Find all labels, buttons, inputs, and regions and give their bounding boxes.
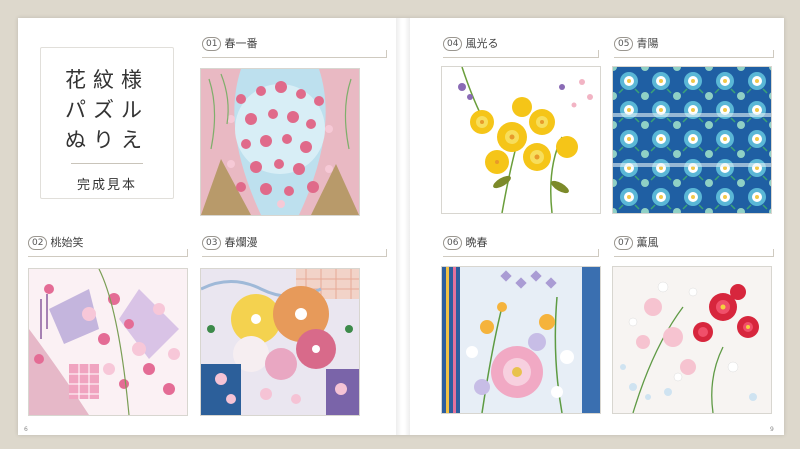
page-gutter <box>396 18 410 435</box>
sample-name: 青陽 <box>636 37 659 50</box>
artwork-02 <box>28 268 188 416</box>
sample-label-06: 06 晩春 <box>443 234 599 257</box>
sample-label-01: 01 春一番 <box>202 35 387 58</box>
sample-number: 04 <box>443 37 463 51</box>
sample-number: 01 <box>202 37 222 51</box>
sample-name: 風光る <box>465 37 499 50</box>
page-subtitle: 完成見本 <box>76 178 137 193</box>
page-number-right: 9 <box>770 426 774 433</box>
sample-number: 02 <box>28 236 48 250</box>
sample-label-07: 07 薫風 <box>614 234 774 257</box>
sample-name: 薫風 <box>636 236 659 249</box>
sample-name: 春爛漫 <box>224 236 258 249</box>
artwork-03 <box>200 268 360 416</box>
sample-number: 07 <box>614 236 634 250</box>
sample-label-05: 05 青陽 <box>614 35 774 58</box>
sample-number: 06 <box>443 236 463 250</box>
sample-label-02: 02 桃始笑 <box>28 234 188 257</box>
title-divider <box>71 163 143 164</box>
title-line-3: ぬりえ <box>65 128 149 152</box>
artwork-01 <box>200 68 360 216</box>
artwork-06 <box>441 266 601 414</box>
title-line-1: 花紋様 <box>65 68 149 92</box>
sample-name: 桃始笑 <box>50 236 84 249</box>
artwork-07 <box>612 266 772 414</box>
sample-number: 05 <box>614 37 634 51</box>
artwork-05 <box>612 66 772 214</box>
sample-name: 晩春 <box>465 236 488 249</box>
sample-number: 03 <box>202 236 222 250</box>
sample-label-03: 03 春爛漫 <box>202 234 387 257</box>
sample-label-04: 04 風光る <box>443 35 599 58</box>
page-number-left: 6 <box>24 426 28 433</box>
title-line-2: パズル <box>65 98 149 122</box>
title-card: 花紋様 パズル ぬりえ 完成見本 <box>40 47 174 199</box>
sample-name: 春一番 <box>224 37 258 50</box>
artwork-04 <box>441 66 601 214</box>
